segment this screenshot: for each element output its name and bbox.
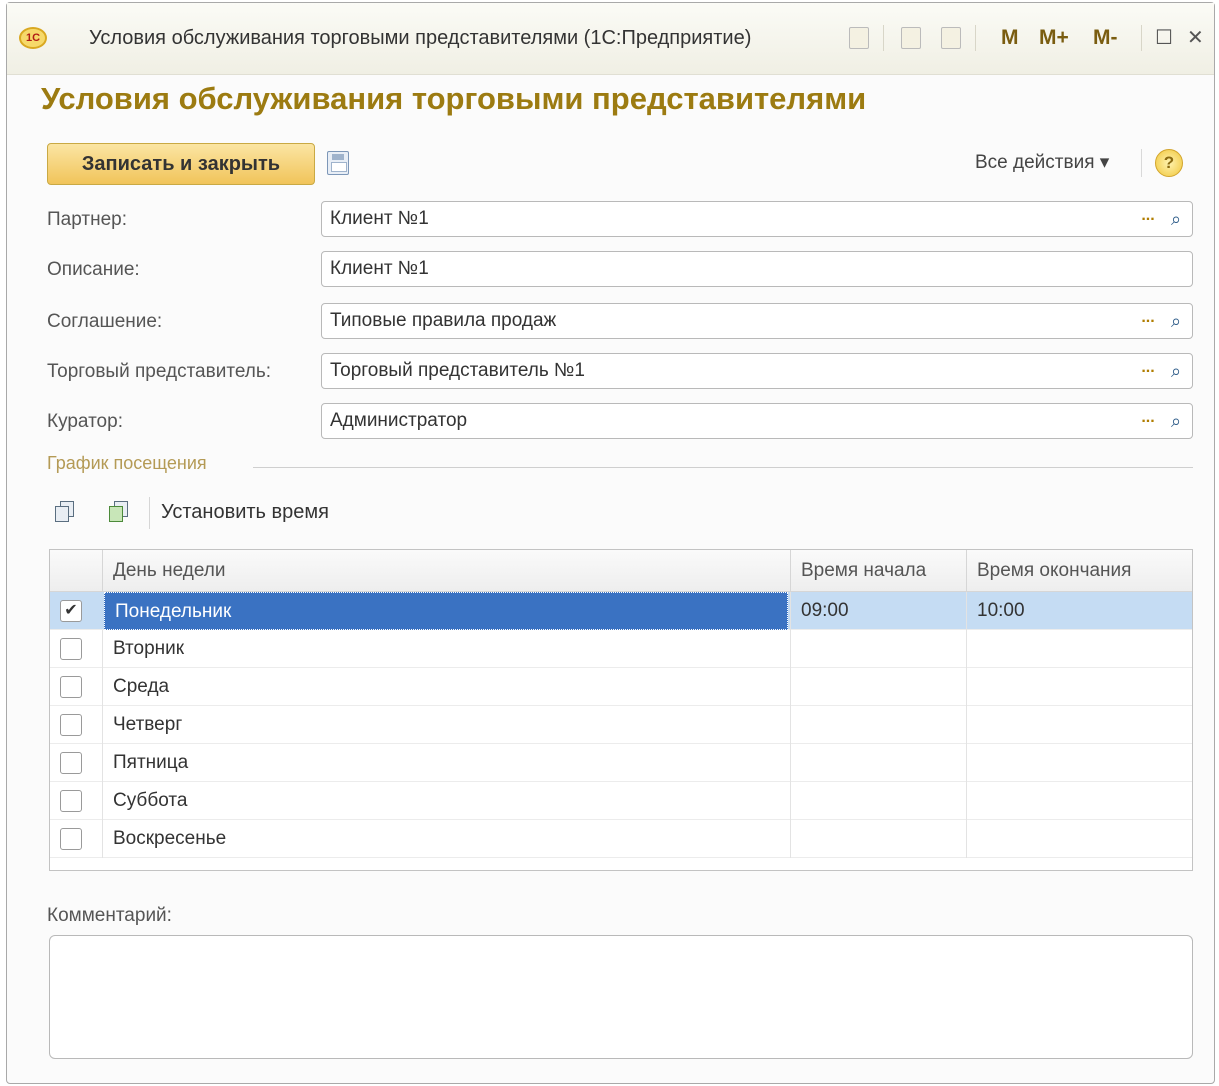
sales-rep-label: Торговый представитель: [47,361,272,382]
app-logo-icon: 1С [19,27,47,49]
description-value: Клиент №1 [330,258,429,279]
end-column-header[interactable]: Время окончания [966,550,1192,592]
comment-label: Комментарий: [47,905,172,926]
window-title: Условия обслуживания торговыми представи… [89,27,752,49]
toolbar-divider [1141,149,1142,177]
start-time-cell[interactable] [790,630,966,668]
day-cell[interactable]: Воскресенье [102,820,790,858]
table-row[interactable]: Воскресенье [50,820,1192,858]
table-header: День недели Время начала Время окончания [50,550,1192,592]
toolbar-divider [975,25,976,51]
schedule-table: День недели Время начала Время окончания… [49,549,1193,871]
row-checkbox[interactable] [60,752,82,774]
set-time-button[interactable]: Установить время [161,501,329,524]
table-row[interactable]: Пятница [50,744,1192,782]
calendar-icon[interactable] [941,27,961,49]
partner-field-buttons: ... ⌕ [1134,204,1190,234]
table-row[interactable]: Среда [50,668,1192,706]
save-and-close-button[interactable]: Записать и закрыть [47,143,315,185]
table-row[interactable]: Четверг [50,706,1192,744]
day-cell[interactable]: Четверг [102,706,790,744]
close-icon[interactable]: ✕ [1187,25,1204,51]
check-all-icon[interactable] [109,501,131,525]
day-cell[interactable]: Пятница [102,744,790,782]
sales-rep-select-button[interactable]: ... [1134,356,1162,386]
end-time-cell[interactable] [966,782,1192,820]
description-field[interactable]: Клиент №1 [321,251,1193,287]
start-column-header[interactable]: Время начала [790,550,966,592]
start-time-cell[interactable]: 09:00 [790,592,966,630]
end-time-cell[interactable] [966,706,1192,744]
row-checkbox[interactable] [60,790,82,812]
table-row[interactable]: Вторник [50,630,1192,668]
agreement-select-button[interactable]: ... [1134,306,1162,336]
maximize-icon[interactable]: ☐ [1155,25,1173,51]
description-label: Описание: [47,259,140,280]
start-time-cell[interactable] [790,782,966,820]
memory-m-button[interactable]: M [1001,25,1019,51]
start-time-cell[interactable] [790,668,966,706]
table-row[interactable]: Суббота [50,782,1192,820]
all-actions-menu[interactable]: Все действия ▾ [975,151,1109,174]
agreement-field[interactable]: Типовые правила продаж ... ⌕ [321,303,1193,339]
curator-field[interactable]: Администратор ... ⌕ [321,403,1193,439]
end-time-cell[interactable] [966,630,1192,668]
save-disk-icon[interactable] [327,151,349,175]
day-cell[interactable]: Вторник [102,630,790,668]
favorites-icon[interactable] [849,27,869,49]
curator-open-icon[interactable]: ⌕ [1162,406,1190,436]
form-window: 1С Условия обслуживания торговыми предст… [6,2,1215,1084]
curator-field-buttons: ... ⌕ [1134,406,1190,436]
memory-minus-button[interactable]: M- [1093,25,1118,51]
toolbar-divider [149,497,150,529]
table-row[interactable]: ✔ Понедельник 09:00 10:00 [50,592,1192,630]
agreement-open-icon[interactable]: ⌕ [1162,306,1190,336]
agreement-label: Соглашение: [47,311,163,332]
copy-rows-icon[interactable] [55,501,77,525]
start-time-cell[interactable] [790,706,966,744]
row-checkbox[interactable] [60,676,82,698]
row-checkbox[interactable]: ✔ [60,600,82,622]
group-divider [253,467,1193,468]
sales-rep-field-buttons: ... ⌕ [1134,356,1190,386]
curator-select-button[interactable]: ... [1134,406,1162,436]
day-cell[interactable]: Понедельник [104,592,788,630]
partner-label: Партнер: [47,209,127,230]
curator-label: Куратор: [47,411,123,432]
sales-rep-field[interactable]: Торговый представитель №1 ... ⌕ [321,353,1193,389]
partner-select-button[interactable]: ... [1134,204,1162,234]
end-time-cell[interactable] [966,668,1192,706]
end-time-cell[interactable] [966,744,1192,782]
memory-plus-button[interactable]: M+ [1039,25,1069,51]
schedule-group-title: График посещения [47,453,207,473]
partner-open-icon[interactable]: ⌕ [1162,204,1190,234]
sales-rep-value: Торговый представитель №1 [330,360,585,381]
title-bar: 1С Условия обслуживания торговыми предст… [7,3,1214,75]
end-time-cell[interactable]: 10:00 [966,592,1192,630]
form-heading: Условия обслуживания торговыми представи… [41,81,867,116]
row-checkbox[interactable] [60,638,82,660]
start-time-cell[interactable] [790,820,966,858]
row-checkbox[interactable] [60,714,82,736]
toolbar-divider [1141,25,1142,51]
partner-field[interactable]: Клиент №1 ... ⌕ [321,201,1193,237]
row-checkbox[interactable] [60,828,82,850]
checkbox-column-header[interactable] [50,550,102,592]
day-column-header[interactable]: День недели [102,550,790,592]
help-icon[interactable]: ? [1155,149,1183,177]
agreement-field-buttons: ... ⌕ [1134,306,1190,336]
partner-value: Клиент №1 [330,208,429,229]
sales-rep-open-icon[interactable]: ⌕ [1162,356,1190,386]
toolbar-divider [883,25,884,51]
start-time-cell[interactable] [790,744,966,782]
end-time-cell[interactable] [966,820,1192,858]
curator-value: Администратор [330,410,468,431]
agreement-value: Типовые правила продаж [330,310,557,331]
day-cell[interactable]: Суббота [102,782,790,820]
calculator-icon[interactable] [901,27,921,49]
comment-textarea[interactable] [49,935,1193,1059]
day-cell[interactable]: Среда [102,668,790,706]
